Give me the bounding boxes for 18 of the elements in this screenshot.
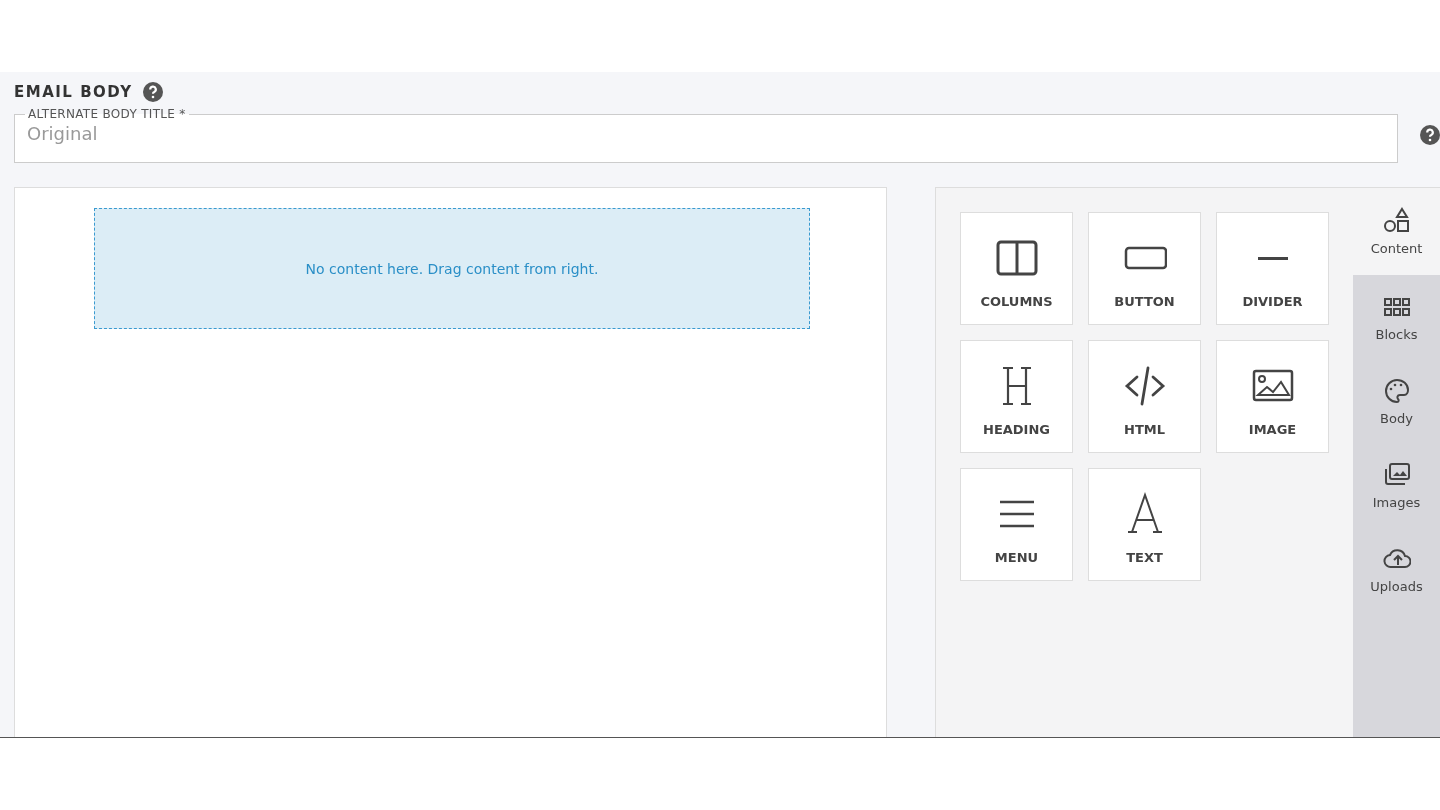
content-tile[interactable]: TEXT (1088, 468, 1201, 581)
content-tile[interactable]: MENU (960, 468, 1073, 581)
title-input-field[interactable]: ALTERNATE BODY TITLE * Original (14, 107, 1398, 163)
help-icon[interactable] (142, 82, 163, 102)
shapes-icon (1382, 207, 1411, 235)
content-tile[interactable]: DIVIDER (1216, 212, 1329, 325)
content-tile[interactable]: BUTTON (1088, 212, 1201, 325)
title-input[interactable]: Original (27, 121, 1385, 146)
divider-icon (1257, 256, 1288, 260)
section-title: EMAIL BODY (14, 83, 133, 101)
content-tile[interactable]: IMAGE (1216, 340, 1329, 453)
html-icon (1122, 364, 1167, 408)
side-tab[interactable]: Content (1353, 188, 1440, 275)
help-icon[interactable] (1420, 125, 1440, 145)
palette-icon (1382, 376, 1411, 405)
content-tile[interactable]: HEADING (960, 340, 1073, 453)
content-tile[interactable]: COLUMNS (960, 212, 1073, 325)
content-tile[interactable]: HTML (1088, 340, 1201, 453)
